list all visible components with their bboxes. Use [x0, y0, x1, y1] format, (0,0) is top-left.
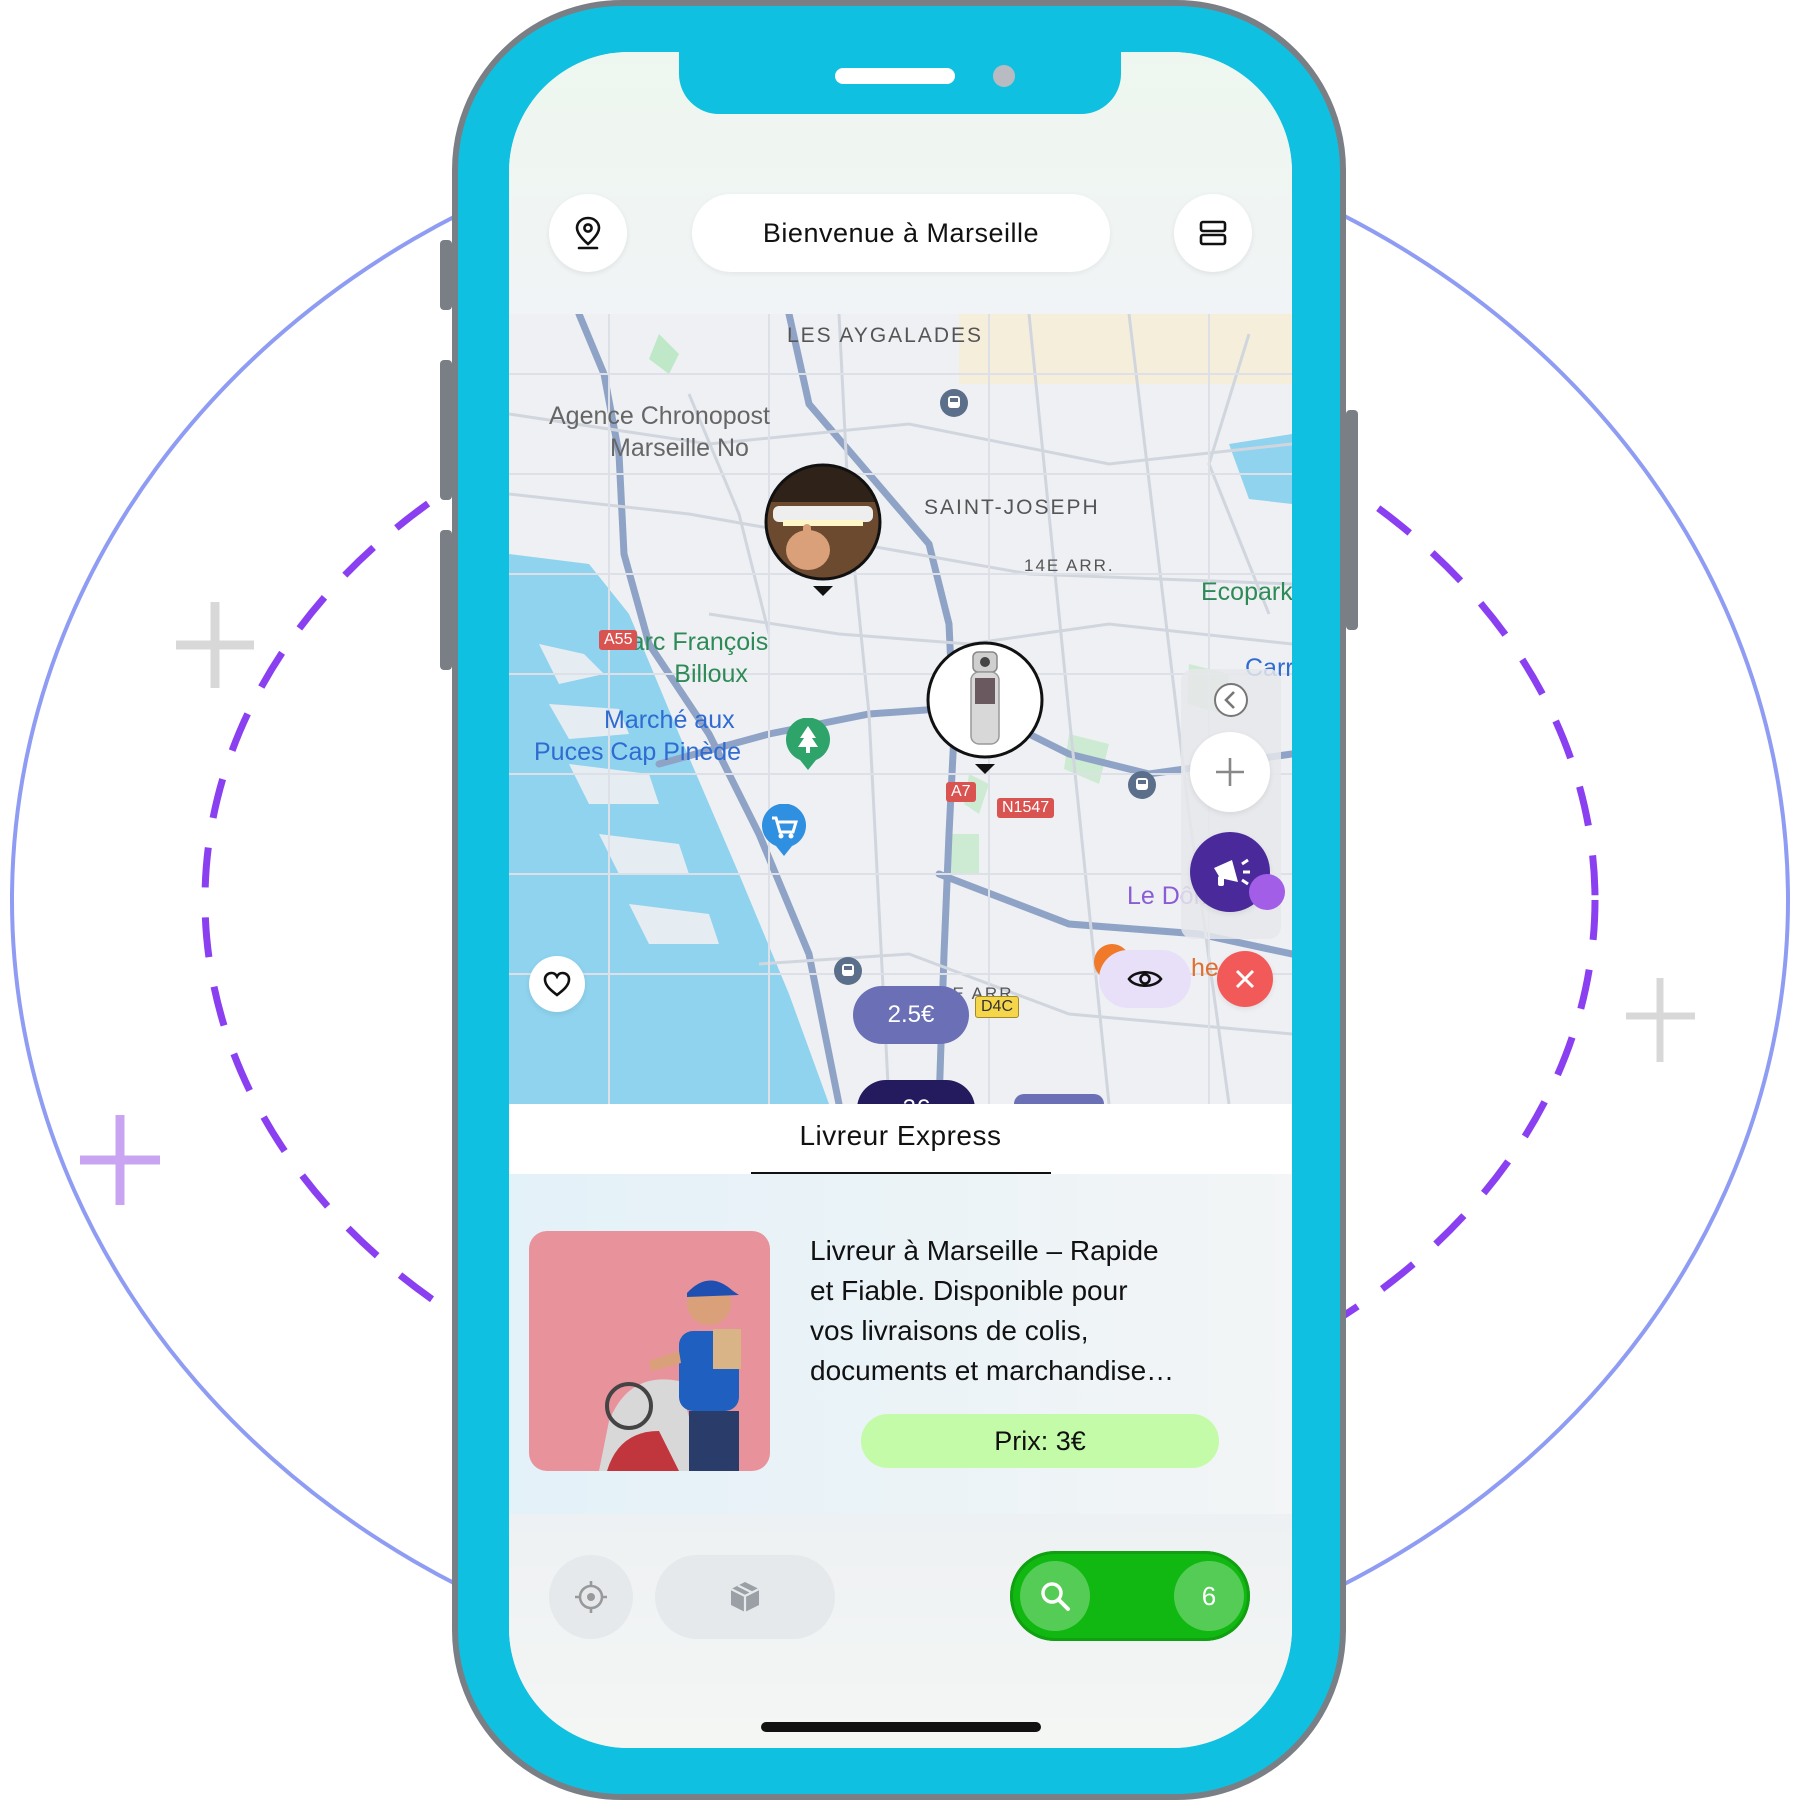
map-label-saint-joseph: SAINT-JOSEPH — [924, 496, 1100, 519]
camera-product-thumbnail — [926, 641, 1044, 774]
map-label-parc-line1: Parc François — [614, 628, 769, 656]
phone-camera — [993, 65, 1015, 87]
home-indicator[interactable] — [761, 1722, 1041, 1732]
search-icon — [1041, 1582, 1070, 1611]
road-shield-a55: A55 — [599, 630, 638, 650]
list-view-icon — [1199, 220, 1227, 246]
tab-livreur-express[interactable]: Livreur Express — [509, 1120, 1292, 1152]
theater-poi-icon — [1249, 874, 1285, 910]
map-label-ecopark: Ecopark — [1201, 578, 1292, 606]
view-button[interactable] — [1099, 950, 1191, 1008]
phone-speaker — [835, 68, 955, 84]
phone-side-button — [440, 360, 452, 500]
page-title: Bienvenue à Marseille — [692, 194, 1110, 272]
product-marker-lamp[interactable] — [763, 462, 883, 602]
product-marker-camera[interactable] — [925, 640, 1045, 780]
map-label-chronopost-line1: Agence Chronopost — [549, 402, 770, 430]
delivery-person-image — [529, 1231, 770, 1471]
road-shield-d4c: D4C — [975, 996, 1020, 1018]
list-view-button[interactable] — [1174, 194, 1252, 272]
map-label-chronopost-line2: Marseille No — [610, 434, 749, 462]
heart-icon — [543, 971, 571, 997]
package-icon — [730, 1582, 760, 1612]
tree-icon — [786, 718, 830, 770]
map-view[interactable]: LES AYGALADES SAINT-JOSEPH 14E ARR. 3E A… — [509, 314, 1292, 1104]
phone-side-button — [440, 240, 452, 310]
results-count-badge: 6 — [1174, 1561, 1244, 1631]
map-label-chronopost: Agence Chronopost Marseille No — [549, 400, 770, 464]
phone-side-button — [440, 530, 452, 670]
collapse-controls-button[interactable] — [1213, 682, 1249, 718]
train-station-icon — [834, 957, 862, 985]
favorite-button[interactable] — [529, 956, 585, 1012]
shopping-cart-icon — [762, 804, 806, 856]
phone-side-button — [1346, 410, 1358, 630]
map-label-marche: Marché aux Puces Cap Pinède — [534, 704, 741, 768]
map-label-parc: Parc François Billoux — [614, 626, 768, 690]
listing-description-line: et Fiable. Disponible pour — [810, 1275, 1128, 1306]
map-label-marche-line2: Puces Cap Pinède — [534, 738, 742, 766]
road-shield-n1547: N1547 — [997, 798, 1055, 818]
category-tab-bar: Livreur Express — [509, 1104, 1292, 1174]
search-results-button[interactable]: 6 — [1010, 1551, 1250, 1641]
map-pin-icon — [575, 216, 601, 250]
phone-screen: Bienvenue à Marseille LES AYGALADES SAIN… — [509, 52, 1292, 1748]
zoom-in-button[interactable] — [1190, 732, 1270, 812]
locate-me-button[interactable] — [549, 1555, 633, 1639]
search-button[interactable] — [1020, 1561, 1090, 1631]
plus-icon — [1216, 758, 1244, 786]
listing-description-line: documents et marchandise… — [810, 1355, 1175, 1386]
map-label-parc-line2: Billoux — [674, 660, 748, 688]
road-shield-a7: A7 — [946, 782, 976, 802]
price-marker-partial — [1014, 1094, 1104, 1104]
map-label-14e-arr: 14E ARR. — [1024, 556, 1115, 575]
listing-price-badge: Prix: 3€ — [861, 1414, 1219, 1468]
eye-icon — [1127, 970, 1163, 988]
location-button[interactable] — [549, 194, 627, 272]
results-count: 6 — [1201, 1580, 1217, 1611]
price-marker[interactable]: 3€ — [857, 1080, 975, 1104]
listing-description: Livreur à Marseille – Rapide et Fiable. … — [810, 1231, 1240, 1391]
megaphone-icon — [1214, 858, 1250, 886]
close-icon — [1235, 969, 1255, 989]
listing-image — [529, 1231, 770, 1471]
lamp-product-thumbnail — [764, 463, 882, 596]
train-station-icon — [940, 389, 968, 417]
chevron-left-icon — [1214, 683, 1248, 717]
train-station-icon — [1128, 771, 1156, 799]
package-filter-button[interactable] — [655, 1555, 835, 1639]
close-button[interactable] — [1217, 951, 1273, 1007]
listing-description-line: vos livraisons de colis, — [810, 1315, 1089, 1346]
map-label-les-aygalades: LES AYGALADES — [787, 324, 984, 347]
listing-description-line: Livreur à Marseille – Rapide — [810, 1235, 1159, 1266]
price-marker[interactable]: 2.5€ — [853, 986, 969, 1044]
crosshair-icon — [575, 1581, 607, 1613]
map-label-marche-line1: Marché aux — [604, 706, 735, 734]
